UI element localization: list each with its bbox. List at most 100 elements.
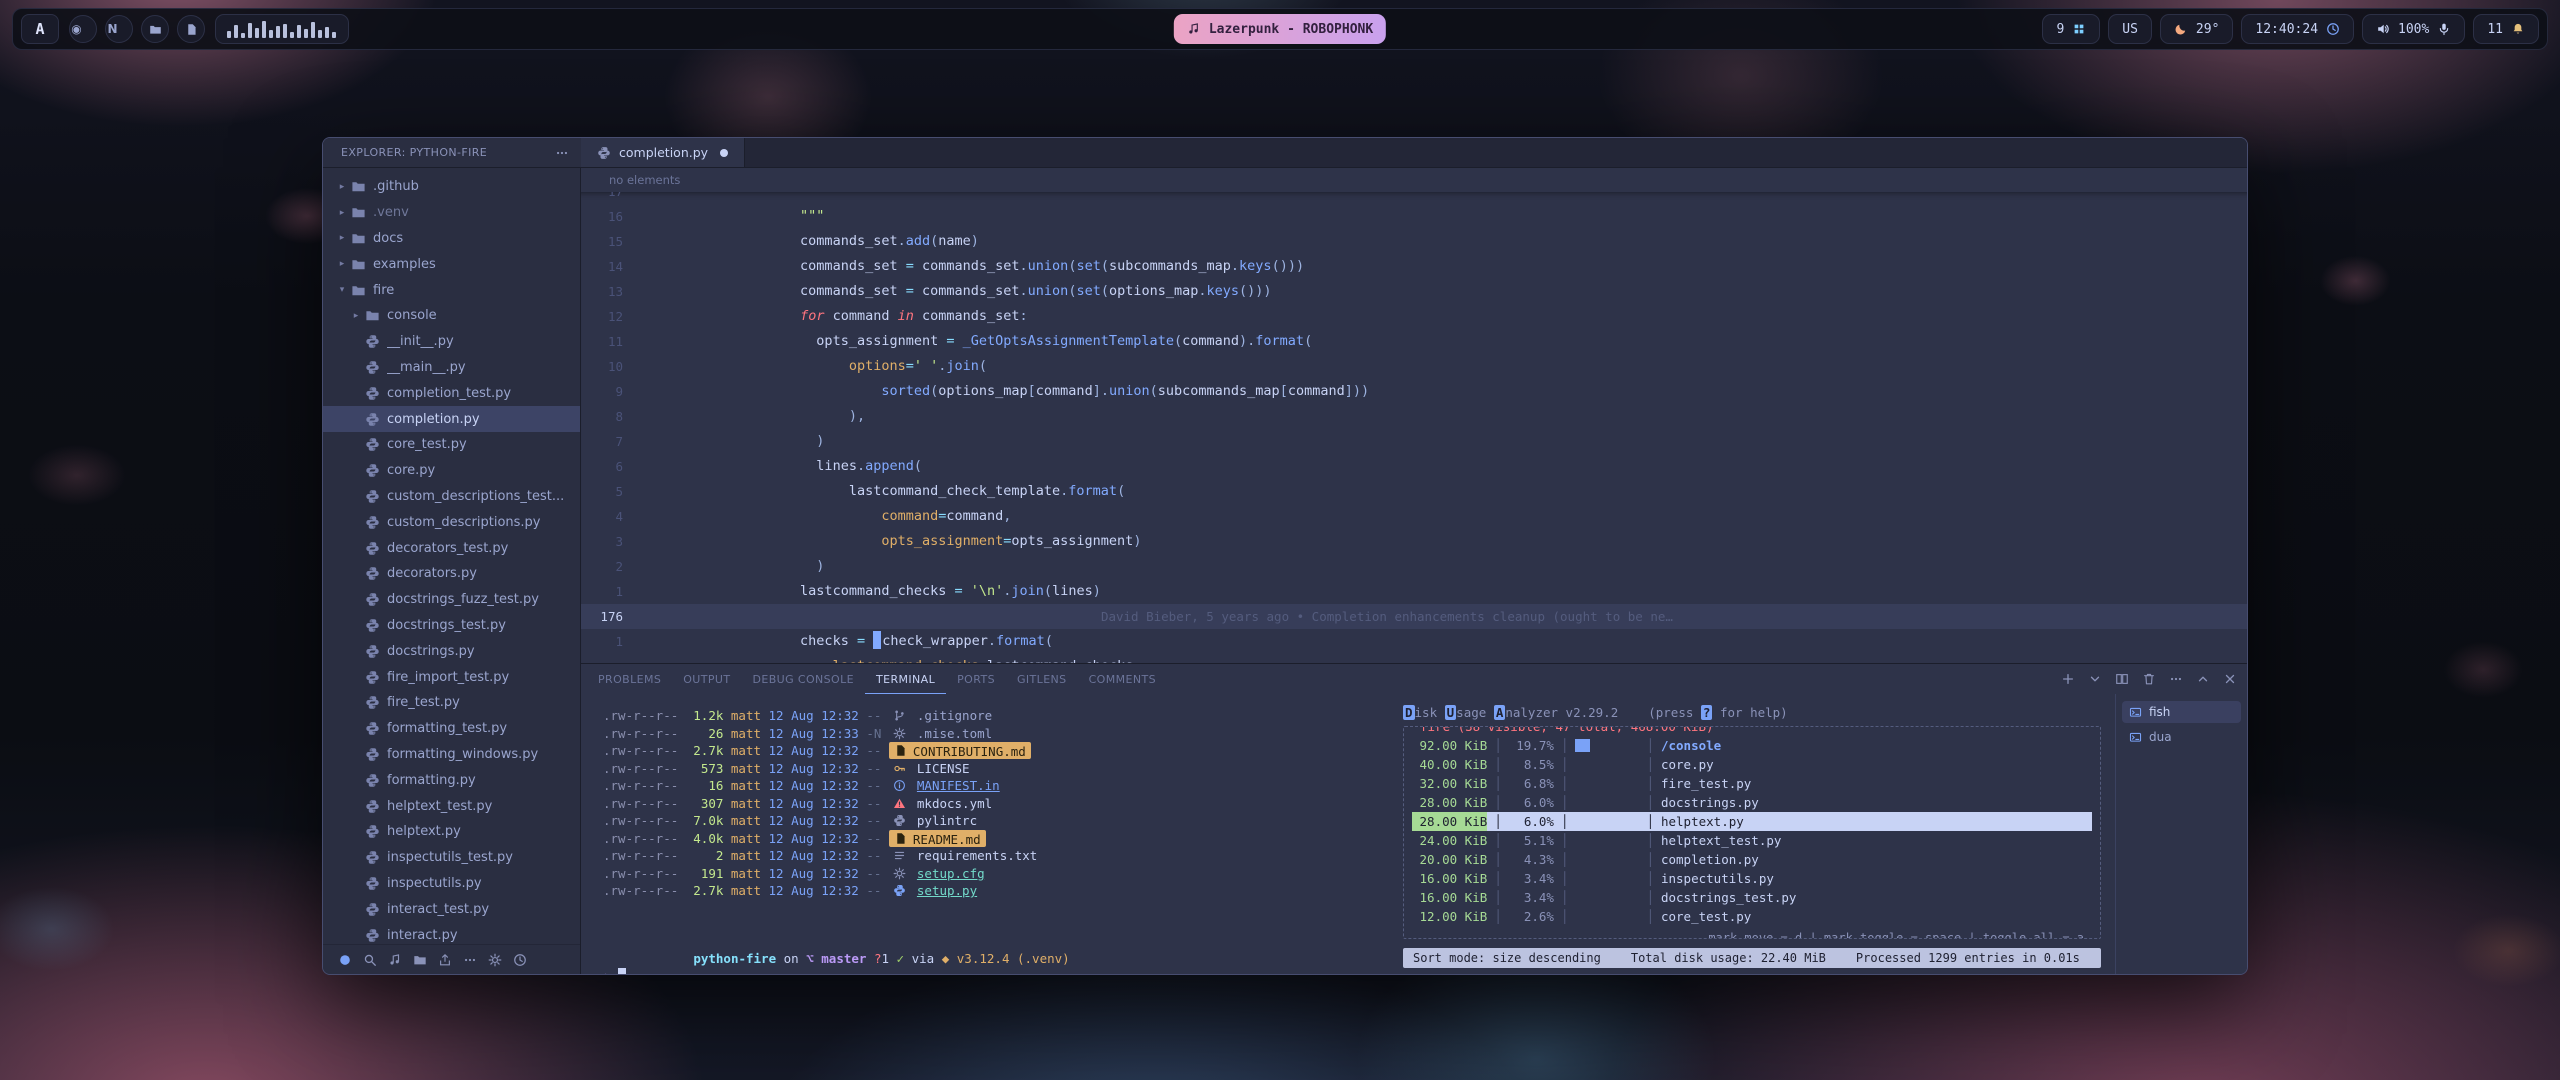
explorer-item[interactable]: inspectutils_test.py: [323, 845, 580, 871]
launcher-button[interactable]: A: [21, 14, 59, 44]
maximize-panel-icon[interactable]: [2196, 672, 2210, 686]
dua-row[interactable]: 92.00 KiB │ 19.7% │ │ /console: [1412, 736, 2092, 755]
terminal-file-row: .rw-r--r-- 307 matt 12 Aug 12:32 -- mkdo…: [603, 795, 1379, 813]
explorer-item[interactable]: fire_import_test.py: [323, 664, 580, 690]
terminal-file-row: .rw-r--r-- 573 matt 12 Aug 12:32 -- LICE…: [603, 760, 1379, 778]
explorer-item-label: docstrings_fuzz_test.py: [387, 592, 539, 607]
terminal-pane[interactable]: .rw-r--r-- 1.2k matt 12 Aug 12:32 -- .gi…: [581, 694, 1389, 974]
explorer-item[interactable]: ▾ fire: [323, 277, 580, 303]
new-terminal-icon[interactable]: [2061, 672, 2075, 686]
notes-icon[interactable]: [177, 15, 205, 43]
terminal-profile-chevron-icon[interactable]: [2088, 672, 2102, 686]
panel-tab[interactable]: COMMENTS: [1078, 664, 1167, 694]
kill-terminal-icon[interactable]: [2142, 672, 2156, 686]
explorer-item[interactable]: decorators_test.py: [323, 535, 580, 561]
panel-tab[interactable]: DEBUG CONSOLE: [741, 664, 865, 694]
explorer-item[interactable]: ▸ .github: [323, 174, 580, 200]
panel-tab[interactable]: TERMINAL: [865, 664, 946, 694]
explorer-item[interactable]: __main__.py: [323, 355, 580, 381]
explorer-item[interactable]: ▸ examples: [323, 251, 580, 277]
explorer-item[interactable]: decorators.py: [323, 561, 580, 587]
dua-row[interactable]: 16.00 KiB │ 3.4% │ │ inspectutils.py: [1412, 869, 2092, 888]
workspaces-pill[interactable]: 9: [2042, 14, 2100, 44]
explorer-item[interactable]: docstrings_test.py: [323, 613, 580, 639]
file-date: 12 Aug 12:32: [769, 882, 867, 900]
shell-prompt-line[interactable]: ›: [603, 967, 1379, 975]
modified-dot-icon[interactable]: [720, 149, 728, 157]
explorer-item[interactable]: fire_test.py: [323, 690, 580, 716]
explorer-item[interactable]: core_test.py: [323, 432, 580, 458]
tab-completion-py[interactable]: completion.py: [581, 138, 745, 167]
code-editor[interactable]: 17 """ 16 commands_set.add(name): [581, 192, 2247, 663]
dua-row[interactable]: 32.00 KiB │ 6.8% │ │ fire_test.py: [1412, 774, 2092, 793]
panel-tab[interactable]: PORTS: [946, 664, 1006, 694]
line-number: 6: [581, 454, 645, 479]
explorer-item[interactable]: ▸ .venv: [323, 200, 580, 226]
weather-pill[interactable]: 29°: [2160, 14, 2233, 44]
file-icon: [889, 742, 911, 759]
explorer-item[interactable]: inspectutils.py: [323, 871, 580, 897]
explorer-item[interactable]: docstrings.py: [323, 638, 580, 664]
explorer-item[interactable]: completion_test.py: [323, 380, 580, 406]
explorer-item[interactable]: custom_descriptions_test...: [323, 484, 580, 510]
folder-icon[interactable]: [413, 953, 427, 967]
explorer-item[interactable]: formatting_windows.py: [323, 742, 580, 768]
nix-icon[interactable]: N: [105, 15, 133, 43]
explorer-item[interactable]: formatting_test.py: [323, 716, 580, 742]
explorer-item[interactable]: custom_descriptions.py: [323, 509, 580, 535]
explorer-item[interactable]: interact_test.py: [323, 896, 580, 922]
now-playing-pill[interactable]: Lazerpunk - ROBOPHONK: [1174, 14, 1386, 44]
keyboard-layout-pill[interactable]: US: [2108, 14, 2152, 44]
explorer-item[interactable]: ▸ docs: [323, 226, 580, 252]
temperature-label: 29°: [2196, 22, 2219, 37]
more-actions-icon[interactable]: [2169, 672, 2183, 686]
dua-row[interactable]: 40.00 KiB │ 8.5% │ │ core.py: [1412, 755, 2092, 774]
explorer-item[interactable]: __init__.py: [323, 329, 580, 355]
audio-visualizer[interactable]: [215, 14, 349, 44]
volume-pill[interactable]: 100%: [2362, 14, 2465, 44]
close-panel-icon[interactable]: [2223, 672, 2237, 686]
settings-gear-icon[interactable]: [488, 953, 502, 967]
search-icon[interactable]: [363, 953, 377, 967]
prompt-segment: ⌥ master: [806, 951, 866, 966]
remote-icon[interactable]: [338, 953, 352, 967]
file-date: 12 Aug 12:32: [769, 830, 867, 848]
notifications-pill[interactable]: 11: [2473, 14, 2539, 44]
files-icon[interactable]: [141, 15, 169, 43]
panel-tab[interactable]: PROBLEMS: [587, 664, 672, 694]
more-icon[interactable]: [463, 953, 477, 967]
line-number: 15: [581, 229, 645, 254]
breadcrumb[interactable]: no elements: [581, 168, 2247, 192]
explorer-item[interactable]: completion.py: [323, 406, 580, 432]
split-terminal-icon[interactable]: [2115, 672, 2129, 686]
dua-pane[interactable]: Disk Usage Analyzer v2.29.2 (press ? for…: [1389, 694, 2115, 974]
terminal-session-item[interactable]: fish: [2122, 701, 2241, 723]
explorer-item[interactable]: helptext_test.py: [323, 793, 580, 819]
explorer-item[interactable]: docstrings_fuzz_test.py: [323, 587, 580, 613]
share-icon[interactable]: [438, 953, 452, 967]
dua-row[interactable]: 12.00 KiB │ 2.6% │ │ core_test.py: [1412, 907, 2092, 926]
explorer-more-icon[interactable]: [555, 146, 569, 160]
explorer-item[interactable]: helptext.py: [323, 819, 580, 845]
file-owner: matt: [731, 830, 761, 848]
panel-tab[interactable]: GITLENS: [1006, 664, 1078, 694]
dua-row[interactable]: 16.00 KiB │ 3.4% │ │ docstrings_test.py: [1412, 888, 2092, 907]
clock-pill[interactable]: 12:40:24: [2241, 14, 2354, 44]
file-permissions: .rw-r--r--: [603, 742, 678, 760]
dua-row[interactable]: 24.00 KiB │ 5.1% │ │ helptext_test.py: [1412, 831, 2092, 850]
file-name: README.md: [911, 830, 986, 847]
explorer-item[interactable]: ▸ console: [323, 303, 580, 329]
history-icon[interactable]: [513, 953, 527, 967]
dua-usage-bar: [1575, 758, 1639, 771]
panel-tab[interactable]: OUTPUT: [672, 664, 741, 694]
music-icon[interactable]: [388, 953, 402, 967]
dua-row[interactable]: 20.00 KiB │ 4.3% │ │ completion.py: [1412, 850, 2092, 869]
recorder-icon[interactable]: ◉: [69, 15, 97, 43]
explorer-item[interactable]: formatting.py: [323, 767, 580, 793]
dua-row[interactable]: 28.00 KiB │ 6.0% │ │ docstrings.py: [1412, 793, 2092, 812]
explorer-item[interactable]: core.py: [323, 458, 580, 484]
file-date: 12 Aug 12:32: [769, 865, 867, 883]
terminal-session-item[interactable]: dua: [2122, 726, 2241, 748]
dua-row[interactable]: 28.00 KiB │ 6.0% │ │ helptext.py: [1412, 812, 2092, 831]
explorer-item[interactable]: interact.py: [323, 922, 580, 944]
